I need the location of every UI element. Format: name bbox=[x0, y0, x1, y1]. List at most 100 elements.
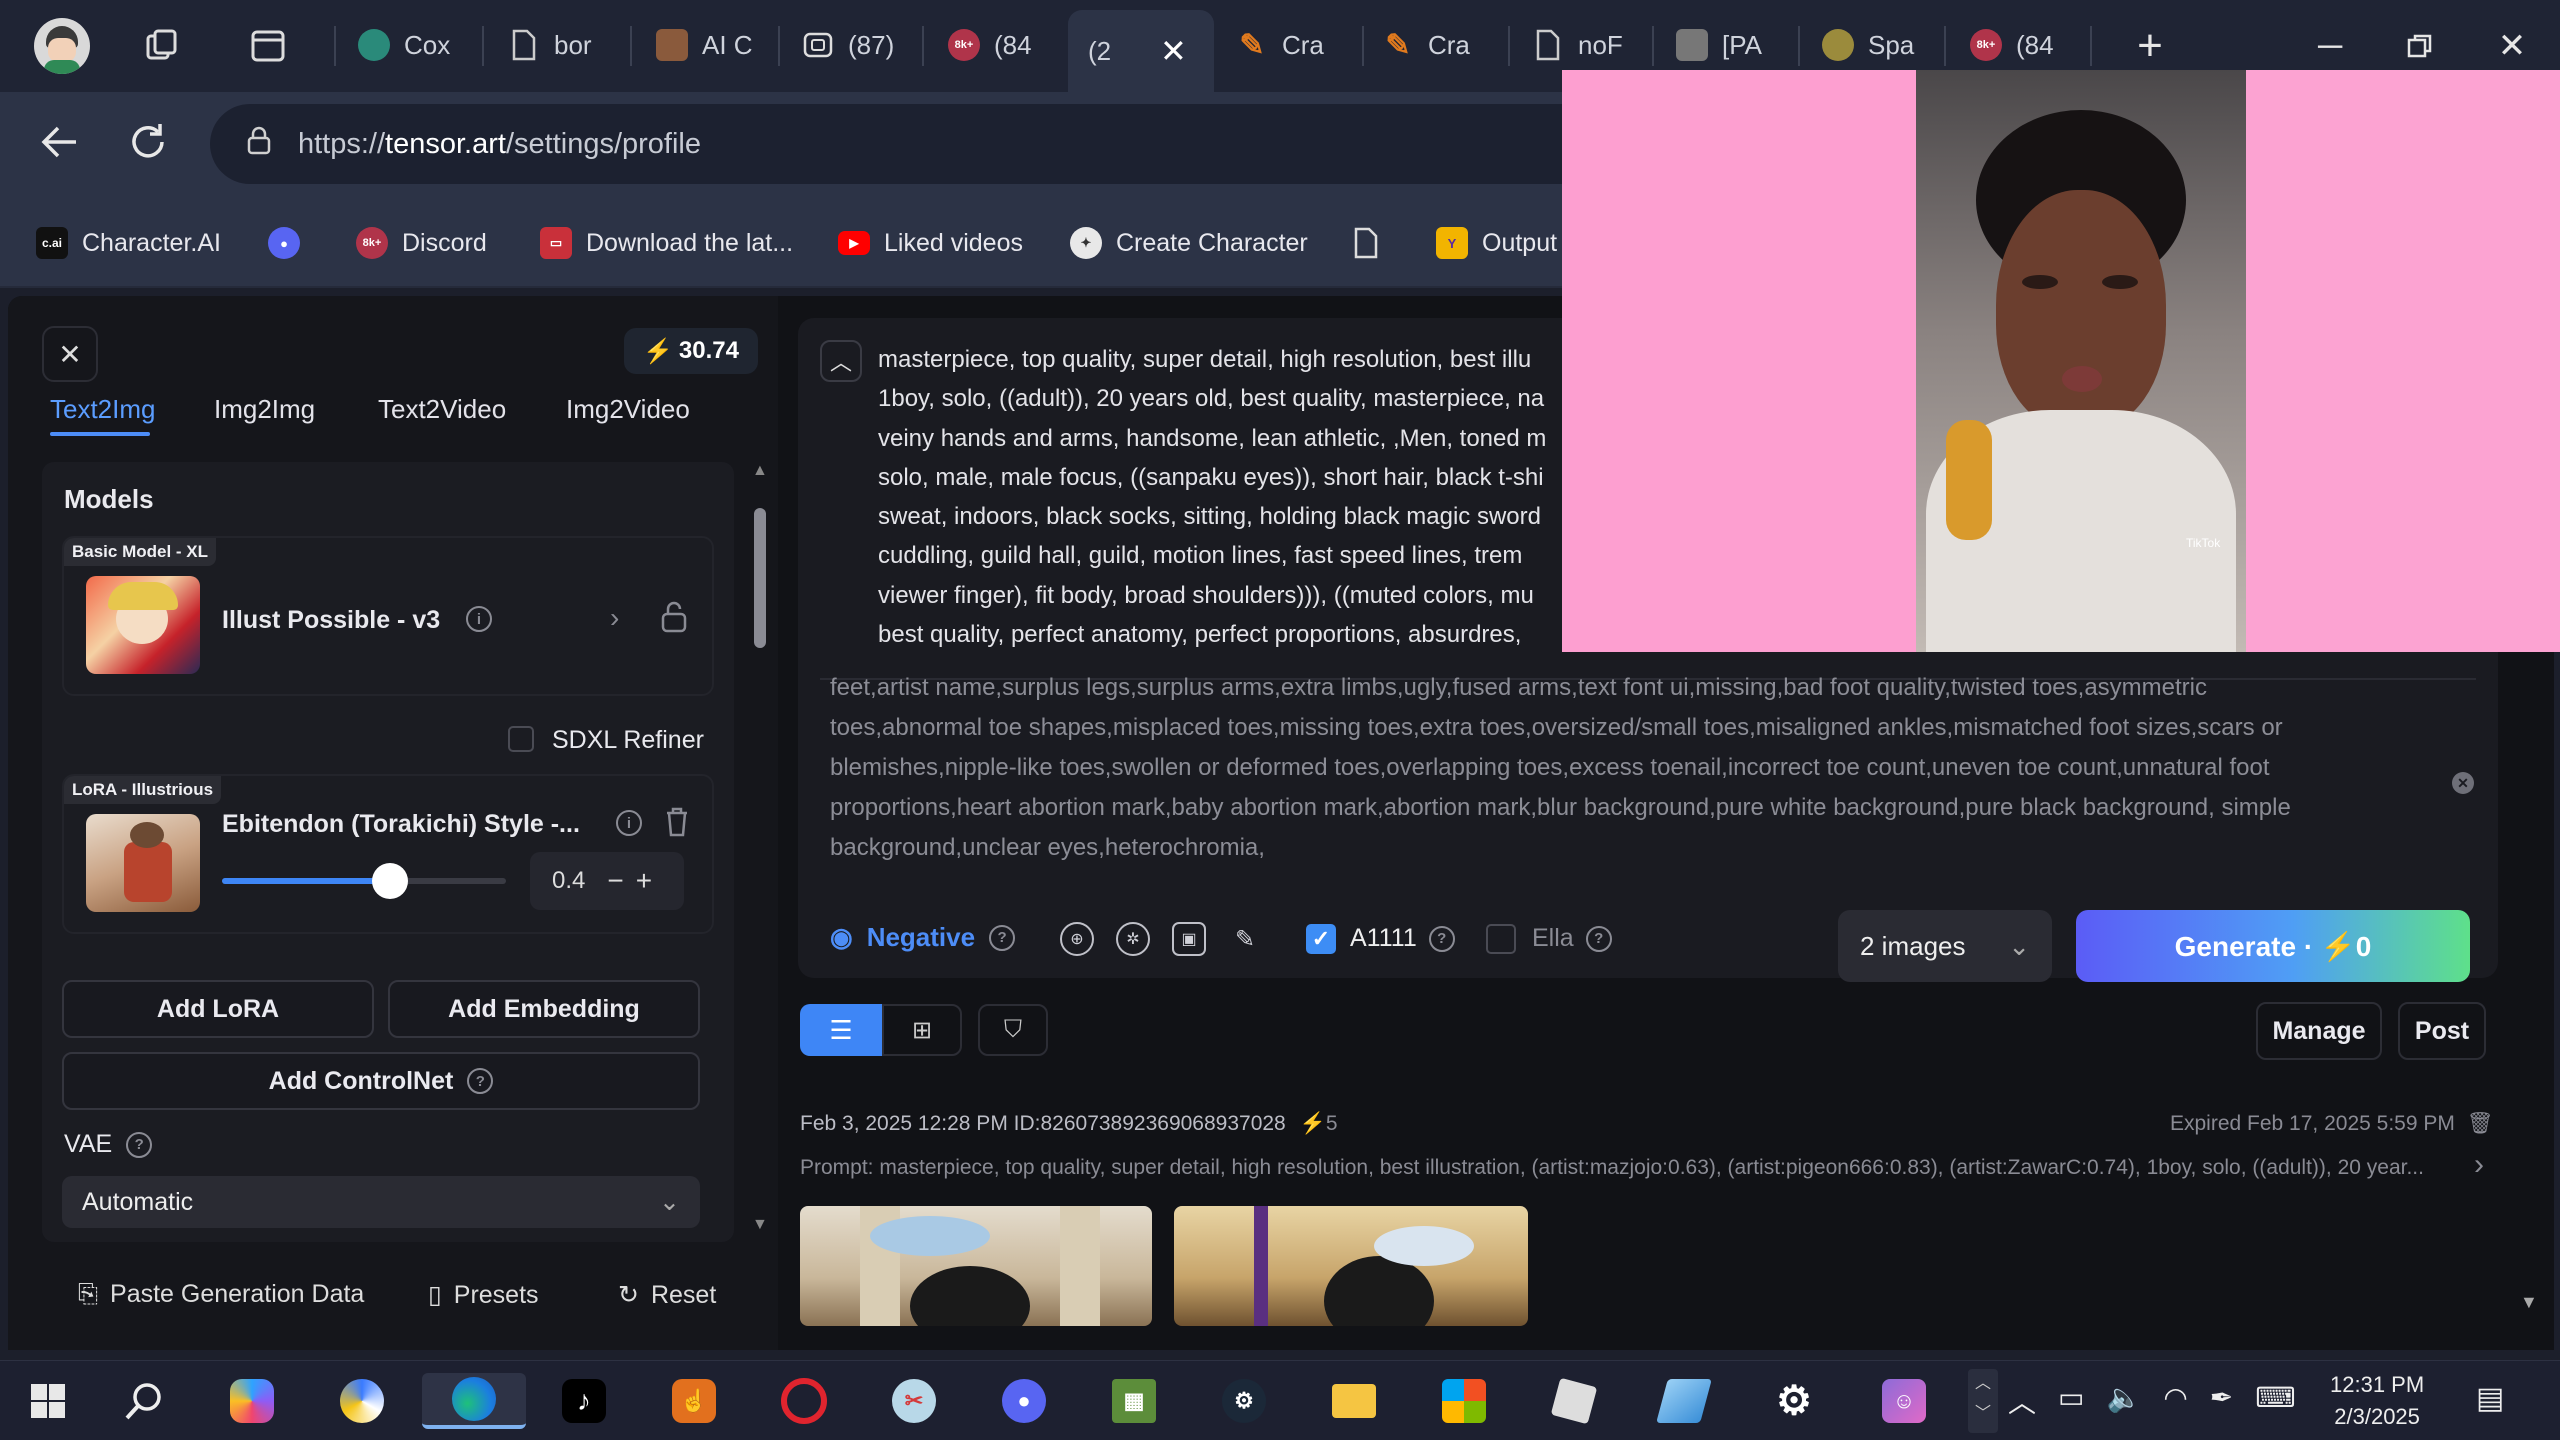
search-icon[interactable] bbox=[114, 1373, 174, 1429]
credits-badge[interactable]: ⚡ 30.74 bbox=[624, 328, 758, 374]
post-button[interactable]: Post bbox=[2398, 1002, 2486, 1060]
clock[interactable]: 12:31 PM 2/3/2025 bbox=[2330, 1369, 2424, 1433]
bookmark-discord[interactable]: ● bbox=[268, 222, 300, 264]
pointer-app-icon[interactable]: ☝ bbox=[664, 1373, 724, 1429]
close-tab-icon[interactable]: ✕ bbox=[1160, 32, 1187, 70]
add-embedding-button[interactable]: Add Embedding bbox=[388, 980, 700, 1038]
browser-tab[interactable]: 8k+ (84 bbox=[948, 14, 1058, 76]
browser-tab[interactable]: (87) bbox=[802, 14, 912, 76]
dice-icon[interactable]: ✲ bbox=[1116, 922, 1150, 956]
battery-icon[interactable]: ▭ bbox=[2058, 1381, 2084, 1421]
taskbar-overflow[interactable]: ︿ ﹀ bbox=[1968, 1369, 1998, 1433]
bookmark-download[interactable]: ▭ Download the lat... bbox=[540, 222, 793, 264]
start-button[interactable] bbox=[18, 1373, 78, 1429]
tab-text2img[interactable]: Text2Img bbox=[50, 394, 156, 425]
browser-tab[interactable]: [PA bbox=[1676, 14, 1786, 76]
task-prompt[interactable]: Prompt: masterpiece, top quality, super … bbox=[800, 1156, 2480, 1180]
browser-tab[interactable]: bor bbox=[508, 14, 618, 76]
tab-text2video[interactable]: Text2Video bbox=[378, 394, 506, 425]
browser-tab-active[interactable]: (2 ✕ bbox=[1068, 10, 1214, 92]
magic-wand-icon[interactable]: ✎ bbox=[1228, 922, 1262, 956]
help-icon[interactable]: ? bbox=[989, 924, 1016, 951]
help-icon[interactable]: ? bbox=[1428, 925, 1455, 952]
result-image[interactable] bbox=[1174, 1206, 1528, 1326]
tiktok-icon[interactable]: ♪ bbox=[554, 1373, 614, 1429]
info-icon[interactable]: i bbox=[616, 810, 642, 836]
refresh-button[interactable] bbox=[124, 118, 172, 166]
roblox-studio-icon[interactable] bbox=[1654, 1373, 1714, 1429]
browser-tab[interactable]: noF bbox=[1532, 14, 1642, 76]
browser-tab[interactable]: 8k+ (84 bbox=[1970, 14, 2080, 76]
steam-icon[interactable]: ⚙ bbox=[1214, 1373, 1274, 1429]
restore-button[interactable] bbox=[2390, 18, 2450, 74]
clear-negative-icon[interactable]: ✕ bbox=[2452, 772, 2474, 794]
edge-icon[interactable] bbox=[422, 1373, 526, 1429]
ella-checkbox[interactable] bbox=[1486, 924, 1516, 954]
filter-button[interactable]: ⛉ bbox=[978, 1004, 1048, 1056]
picture-in-picture-video[interactable]: TikTok bbox=[1562, 70, 2560, 652]
translate-icon[interactable]: ⊕ bbox=[1060, 922, 1094, 956]
pinwheel-app-icon[interactable] bbox=[332, 1373, 392, 1429]
browser-tab[interactable]: ✎ Cra bbox=[1236, 14, 1346, 76]
presets-button[interactable]: ▯ Presets bbox=[428, 1280, 539, 1310]
collapse-prompt-button[interactable]: ︿ bbox=[820, 340, 862, 382]
tab-actions-icon[interactable] bbox=[250, 28, 286, 64]
negative-prompt-text[interactable]: feet,artist name,surplus legs,surplus ar… bbox=[830, 668, 2390, 868]
info-icon[interactable]: i bbox=[466, 606, 492, 632]
paste-generation-data-button[interactable]: ⎘ Paste Generation Data bbox=[78, 1280, 364, 1309]
paint-app-icon[interactable]: ✂ bbox=[884, 1373, 944, 1429]
grid-view-button[interactable]: ⊞ bbox=[882, 1004, 962, 1056]
bookmark-document[interactable] bbox=[1350, 222, 1382, 264]
vae-select[interactable]: Automatic ⌄ bbox=[62, 1176, 700, 1228]
result-image[interactable] bbox=[800, 1206, 1152, 1326]
trash-icon[interactable]: 🗑 bbox=[2467, 1112, 2494, 1136]
workspaces-icon[interactable] bbox=[142, 26, 182, 66]
left-panel-scrollbar[interactable]: ▲ ▼ bbox=[746, 462, 774, 1242]
settings-gear-icon[interactable]: ⚙ bbox=[1764, 1373, 1824, 1429]
base-model-card[interactable]: Basic Model - XL Illust Possible - v3 i … bbox=[62, 536, 714, 696]
manage-button[interactable]: Manage bbox=[2256, 1002, 2382, 1060]
new-tab-button[interactable]: + bbox=[2120, 18, 2180, 74]
keyboard-icon[interactable]: ⌨ bbox=[2255, 1381, 2295, 1421]
list-view-button[interactable]: ☰ bbox=[800, 1004, 882, 1056]
roblox-icon[interactable] bbox=[1544, 1373, 1604, 1429]
show-hidden-icons[interactable]: ︿ bbox=[2008, 1381, 2036, 1421]
sdxl-refiner-checkbox[interactable] bbox=[508, 726, 534, 752]
help-icon[interactable]: ? bbox=[126, 1131, 153, 1158]
lora-weight-slider-track[interactable] bbox=[222, 863, 506, 899]
lora-weight-slider-handle[interactable] bbox=[371, 863, 408, 899]
browser-tab[interactable]: Spa bbox=[1822, 14, 1932, 76]
decrement-button[interactable]: − bbox=[607, 865, 623, 897]
trash-icon[interactable] bbox=[664, 806, 690, 843]
image-prompt-icon[interactable]: ▣ bbox=[1172, 922, 1206, 956]
tab-img2img[interactable]: Img2Img bbox=[214, 394, 315, 425]
back-button[interactable] bbox=[36, 118, 84, 166]
lora-weight-stepper[interactable]: 0.4 − + bbox=[530, 852, 684, 910]
notifications-icon[interactable]: ▤ bbox=[2476, 1381, 2504, 1416]
file-explorer-icon[interactable] bbox=[1324, 1373, 1384, 1429]
bookmark-discord-8k[interactable]: 8k+ Discord bbox=[356, 222, 487, 264]
tab-img2video[interactable]: Img2Video bbox=[566, 394, 690, 425]
volume-icon[interactable]: 🔈 bbox=[2106, 1381, 2141, 1421]
copilot-icon[interactable] bbox=[222, 1373, 282, 1429]
browser-tab[interactable]: Cox bbox=[358, 14, 468, 76]
microsoft-store-icon[interactable] bbox=[1434, 1373, 1494, 1429]
close-window-button[interactable]: ✕ bbox=[2482, 18, 2542, 74]
address-bar[interactable]: https://tensor.art/settings/profile bbox=[210, 104, 1610, 184]
bookmark-liked-videos[interactable]: ▶ Liked videos bbox=[838, 222, 1023, 264]
reset-button[interactable]: ↻ Reset bbox=[618, 1280, 716, 1310]
add-controlnet-button[interactable]: Add ControlNet ? bbox=[62, 1052, 700, 1110]
unlock-icon[interactable] bbox=[660, 600, 688, 639]
opera-icon[interactable] bbox=[774, 1373, 834, 1429]
discord-icon[interactable]: ● bbox=[994, 1373, 1054, 1429]
a1111-checkbox[interactable]: ✓ bbox=[1306, 924, 1336, 954]
profile-avatar[interactable] bbox=[34, 18, 90, 74]
increment-button[interactable]: + bbox=[636, 865, 652, 897]
minecraft-icon[interactable]: ▦ bbox=[1104, 1373, 1164, 1429]
add-lora-button[interactable]: Add LoRA bbox=[62, 980, 374, 1038]
chevron-right-icon[interactable]: › bbox=[610, 602, 619, 634]
generate-button[interactable]: Generate · ⚡0 bbox=[2076, 910, 2470, 982]
minimize-button[interactable]: ─ bbox=[2300, 18, 2360, 74]
anime-app-icon[interactable]: ☺ bbox=[1874, 1373, 1934, 1429]
bookmark-character-ai[interactable]: c.ai Character.AI bbox=[36, 222, 221, 264]
